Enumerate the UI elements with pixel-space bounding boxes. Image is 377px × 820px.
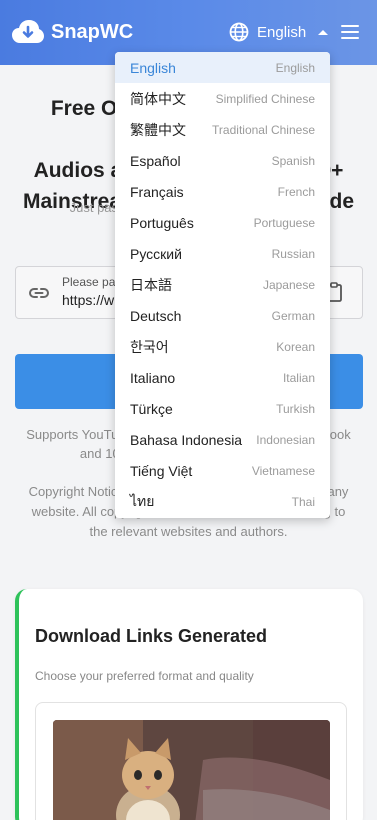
language-option[interactable]: Русский Russian [115, 238, 330, 269]
language-option[interactable]: 简体中文 Simplified Chinese [115, 83, 330, 114]
language-native-name: Português [130, 214, 194, 231]
language-english-name: Indonesian [256, 432, 315, 447]
language-english-name: Turkish [276, 401, 315, 416]
language-native-name: English [130, 59, 176, 76]
language-english-name: English [275, 60, 315, 75]
language-native-name: Deutsch [130, 307, 182, 324]
language-option[interactable]: 한국어 Korean [115, 331, 330, 362]
language-english-name: Portuguese [253, 215, 315, 230]
language-option[interactable]: Português Portuguese [115, 207, 330, 238]
language-option[interactable]: Italiano Italian [115, 362, 330, 393]
caret-up-icon [318, 29, 329, 35]
current-language-label: English [257, 23, 307, 41]
language-native-name: Español [130, 152, 181, 169]
language-option[interactable]: Tiếng Việt Vietnamese [115, 455, 330, 486]
language-option[interactable]: 繁體中文 Traditional Chinese [115, 114, 330, 145]
language-native-name: Bahasa Indonesia [130, 431, 243, 448]
language-option[interactable]: Français French [115, 176, 330, 207]
language-native-name: Русский [130, 245, 182, 262]
media-preview-frame [35, 702, 347, 820]
cloud-download-icon [12, 20, 44, 43]
link-icon [29, 288, 49, 298]
language-english-name: Vietnamese [251, 463, 315, 478]
language-english-name: German [271, 308, 315, 323]
kitten-image [53, 720, 330, 820]
card-subtitle: Choose your preferred format and quality [35, 669, 254, 683]
language-option[interactable]: ไทย Thai [115, 486, 330, 517]
language-english-name: Thai [291, 494, 315, 509]
language-option[interactable]: Español Spanish [115, 145, 330, 176]
globe-icon [229, 22, 249, 42]
language-native-name: ไทย [130, 492, 155, 509]
card-title: Download Links Generated [35, 626, 268, 646]
language-option[interactable]: Deutsch German [115, 300, 330, 331]
language-english-name: Japanese [262, 277, 315, 292]
hamburger-menu-icon[interactable] [341, 25, 359, 39]
language-native-name: 繁體中文 [130, 121, 186, 138]
url-input-value[interactable]: https://w [62, 292, 114, 308]
language-english-name: Korean [276, 339, 315, 354]
language-english-name: French [277, 184, 315, 199]
language-native-name: Tiếng Việt [130, 462, 193, 479]
brand-name: SnapWC [51, 20, 134, 43]
language-native-name: 日本語 [130, 276, 172, 293]
video-thumbnail[interactable] [53, 720, 330, 820]
language-option[interactable]: English English [115, 52, 330, 83]
language-native-name: Türkçe [130, 400, 173, 417]
language-option[interactable]: Türkçe Turkish [115, 393, 330, 424]
language-selector[interactable]: English [229, 22, 329, 42]
language-option[interactable]: Bahasa Indonesia Indonesian [115, 424, 330, 455]
language-option[interactable]: 日本語 Japanese [115, 269, 330, 300]
language-english-name: Simplified Chinese [215, 91, 315, 106]
language-native-name: Français [130, 183, 184, 200]
language-native-name: Italiano [130, 369, 176, 386]
language-native-name: 한국어 [130, 338, 169, 355]
language-english-name: Russian [271, 246, 315, 261]
language-native-name: 简体中文 [130, 90, 186, 107]
brand-logo[interactable]: SnapWC [12, 19, 133, 45]
language-english-name: Traditional Chinese [212, 122, 315, 137]
language-english-name: Spanish [271, 153, 315, 168]
language-english-name: Italian [282, 370, 315, 385]
language-dropdown-menu: English English 简体中文 Simplified Chinese 繁體中文… [115, 52, 330, 518]
download-links-card: Download Links Generated Choose your pre… [15, 589, 363, 820]
